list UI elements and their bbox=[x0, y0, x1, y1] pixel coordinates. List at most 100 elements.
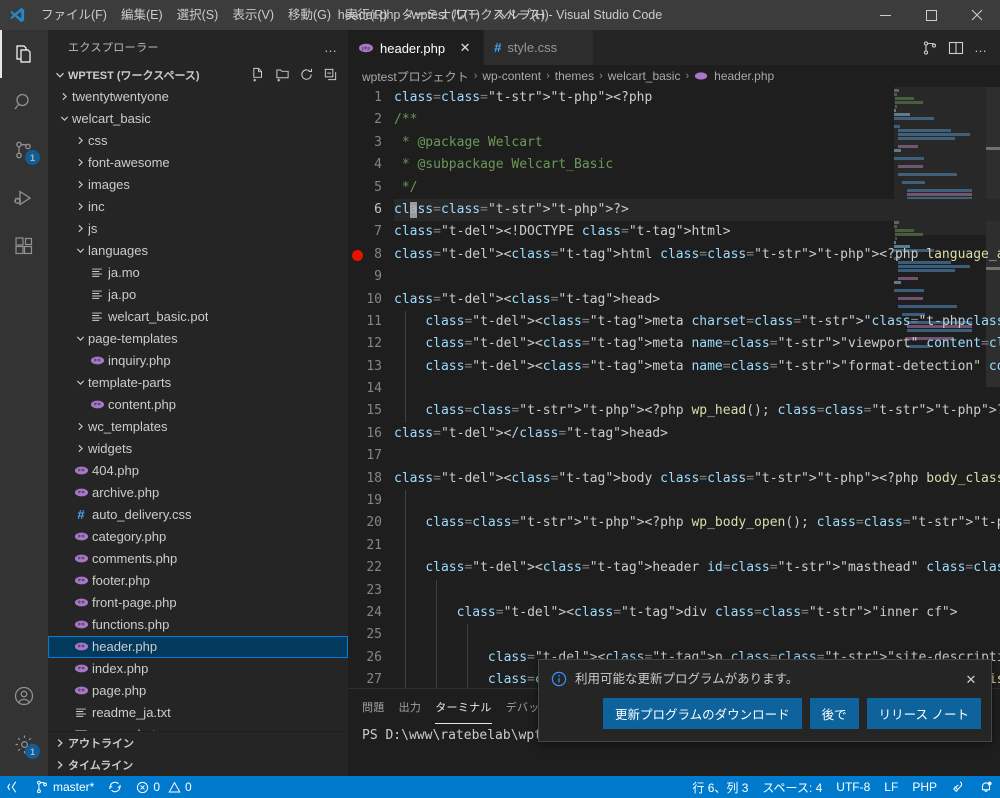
panel-tab-output[interactable]: 出力 bbox=[399, 689, 422, 724]
tree-folder-row[interactable]: languages bbox=[48, 240, 348, 262]
tree-file-row[interactable]: readme_ja.txt bbox=[48, 702, 348, 724]
line-number[interactable]: 22 bbox=[348, 557, 382, 579]
tree-folder-row[interactable]: twentytwentyone bbox=[48, 86, 348, 108]
maximize-button[interactable] bbox=[908, 0, 954, 30]
tree-folder-row[interactable]: images bbox=[48, 174, 348, 196]
download-update-button[interactable]: 更新プログラムのダウンロード bbox=[602, 698, 802, 729]
code-editor[interactable]: 1 2 3 4 5 6 7 8 9 10 11 12 13 14 15 16 17 18 19 20 21 22 23 24 2… bbox=[348, 87, 1000, 688]
code-line[interactable] bbox=[394, 579, 1000, 602]
line-number[interactable]: 9 bbox=[348, 266, 382, 288]
line-number[interactable]: 20 bbox=[348, 512, 382, 534]
code-line[interactable] bbox=[394, 490, 1000, 513]
later-button[interactable]: 後で bbox=[809, 698, 859, 729]
outline-section-header[interactable]: アウトライン bbox=[48, 732, 348, 754]
new-file-icon[interactable] bbox=[248, 65, 268, 85]
line-number[interactable]: 21 bbox=[348, 535, 382, 557]
tree-file-row[interactable]: inquiry.php bbox=[48, 350, 348, 372]
line-number[interactable]: 4 bbox=[348, 154, 382, 176]
code-line[interactable]: class=class="t-str">"t-php"><?php wp_hea… bbox=[394, 400, 1000, 423]
status-encoding[interactable]: UTF-8 bbox=[829, 776, 877, 798]
collapse-all-icon[interactable] bbox=[320, 65, 340, 85]
code-line[interactable]: class=class="t-str">"t-php"><?php bbox=[394, 87, 1000, 109]
file-tree[interactable]: twentytwentyone welcart_basic css font-awes… bbox=[48, 86, 348, 731]
code-line[interactable]: class="t-del"><class="t-tag">meta charse… bbox=[394, 310, 1000, 334]
close-button[interactable] bbox=[954, 0, 1000, 30]
code-line[interactable]: class="t-del"><class="t-tag">html class=… bbox=[394, 244, 1000, 266]
tree-folder-row[interactable]: font-awesome bbox=[48, 152, 348, 174]
tree-file-row[interactable]: ja.po bbox=[48, 284, 348, 306]
tree-file-row[interactable]: header.php bbox=[48, 635, 348, 658]
editor-actions[interactable]: … bbox=[910, 30, 1000, 65]
tab-header-php[interactable]: php header.php ✕ bbox=[348, 30, 485, 65]
tree-file-row[interactable]: welcart_basic.pot bbox=[48, 306, 348, 328]
line-number[interactable]: 17 bbox=[348, 445, 382, 467]
menu-item-view[interactable]: 表示(V) bbox=[225, 0, 281, 30]
code-line[interactable]: /** bbox=[394, 109, 1000, 131]
line-number[interactable]: 7 bbox=[348, 221, 382, 243]
line-number[interactable]: 15 bbox=[348, 400, 382, 422]
code-line[interactable]: class="t-del"><class="t-tag">header id=c… bbox=[394, 557, 1000, 580]
minimize-button[interactable] bbox=[862, 0, 908, 30]
new-folder-icon[interactable] bbox=[272, 65, 292, 85]
menu-item-help[interactable]: ヘルプ(H) bbox=[487, 0, 556, 30]
line-number[interactable]: 2 bbox=[348, 109, 382, 131]
release-notes-button[interactable]: リリース ノート bbox=[866, 698, 981, 729]
workspace-section-header[interactable]: WPTEST (ワークスペース) bbox=[48, 64, 348, 86]
tree-file-row[interactable]: functions.php bbox=[48, 614, 348, 636]
tree-file-row[interactable]: 404.php bbox=[48, 460, 348, 482]
breadcrumb-item[interactable]: wp-content bbox=[482, 69, 541, 83]
tree-file-row[interactable]: index.php bbox=[48, 658, 348, 680]
tree-folder-row[interactable]: js bbox=[48, 218, 348, 240]
status-notifications-bell[interactable] bbox=[972, 776, 1000, 798]
activity-extensions[interactable] bbox=[0, 222, 48, 270]
breadcrumb-item[interactable]: themes bbox=[555, 69, 594, 83]
line-number[interactable]: 23 bbox=[348, 580, 382, 602]
menu-item-terminal[interactable]: ターミナル(T) bbox=[394, 0, 486, 30]
tree-file-row[interactable]: screenshot.png bbox=[48, 724, 348, 731]
status-eol[interactable]: LF bbox=[877, 776, 905, 798]
status-cursor-position[interactable]: 行 6、列 3 bbox=[685, 776, 755, 798]
line-number[interactable]: 11 bbox=[348, 311, 382, 333]
menu-item-edit[interactable]: 編集(E) bbox=[114, 0, 170, 30]
sidebar-more-actions-icon[interactable]: … bbox=[324, 40, 338, 55]
tab-close-icon[interactable]: ✕ bbox=[457, 40, 473, 56]
breadcrumb-item[interactable]: header.php bbox=[714, 69, 774, 83]
activity-source-control[interactable]: 1 bbox=[0, 126, 48, 174]
tree-folder-row[interactable]: welcart_basic bbox=[48, 108, 348, 130]
notification-toast[interactable]: 利用可能な更新プログラムがあります。 ✕ 更新プログラムのダウンロード 後で リ… bbox=[538, 659, 992, 742]
tree-folder-row[interactable]: wc_templates bbox=[48, 416, 348, 438]
more-actions-icon[interactable]: … bbox=[974, 40, 988, 55]
code-line[interactable] bbox=[394, 445, 1000, 467]
tree-file-row[interactable]: archive.php bbox=[48, 482, 348, 504]
code-line[interactable]: */ bbox=[394, 177, 1000, 199]
tree-folder-row[interactable]: template-parts bbox=[48, 372, 348, 394]
status-language-mode[interactable]: PHP bbox=[905, 776, 944, 798]
code-line[interactable]: class="t-del"><class="t-tag">meta name=c… bbox=[394, 355, 1000, 379]
tree-folder-row[interactable]: inc bbox=[48, 196, 348, 218]
code-line[interactable]: * @subpackage Welcart_Basic bbox=[394, 154, 1000, 176]
tree-folder-row[interactable]: css bbox=[48, 130, 348, 152]
notification-close-icon[interactable]: ✕ bbox=[961, 670, 981, 690]
line-number[interactable]: 12 bbox=[348, 333, 382, 355]
line-number[interactable]: 25 bbox=[348, 624, 382, 646]
code-line[interactable]: class="t-del"></class="t-tag">head> bbox=[394, 423, 1000, 445]
code-line[interactable]: class=class="t-str">"t-php">?> bbox=[394, 198, 1000, 222]
panel-tab-problems[interactable]: 問題 bbox=[362, 689, 385, 724]
layout-icon[interactable] bbox=[948, 40, 964, 56]
breakpoint-icon[interactable] bbox=[352, 249, 363, 261]
line-number[interactable]: 27 bbox=[348, 669, 382, 688]
code-line[interactable] bbox=[394, 624, 1000, 647]
tree-file-row[interactable]: footer.php bbox=[48, 570, 348, 592]
tree-file-row[interactable]: front-page.php bbox=[48, 592, 348, 614]
code-line[interactable]: class="t-del"><class="t-tag">body class=… bbox=[394, 468, 1000, 490]
line-number[interactable]: 19 bbox=[348, 490, 382, 512]
workspace-actions[interactable] bbox=[248, 65, 340, 85]
code-line[interactable]: class="t-del"><class="t-tag">div class=c… bbox=[394, 601, 1000, 625]
activity-manage-gear[interactable]: 1 bbox=[0, 720, 48, 768]
tree-file-row[interactable]: # auto_delivery.css bbox=[48, 504, 348, 526]
code-line[interactable]: class="t-del"><!DOCTYPE class="t-tag">ht… bbox=[394, 221, 1000, 243]
tree-file-row[interactable]: content.php bbox=[48, 394, 348, 416]
activity-explorer[interactable] bbox=[0, 30, 48, 78]
tree-file-row[interactable]: comments.php bbox=[48, 548, 348, 570]
menu-item-run[interactable]: 実行(R) bbox=[338, 0, 394, 30]
